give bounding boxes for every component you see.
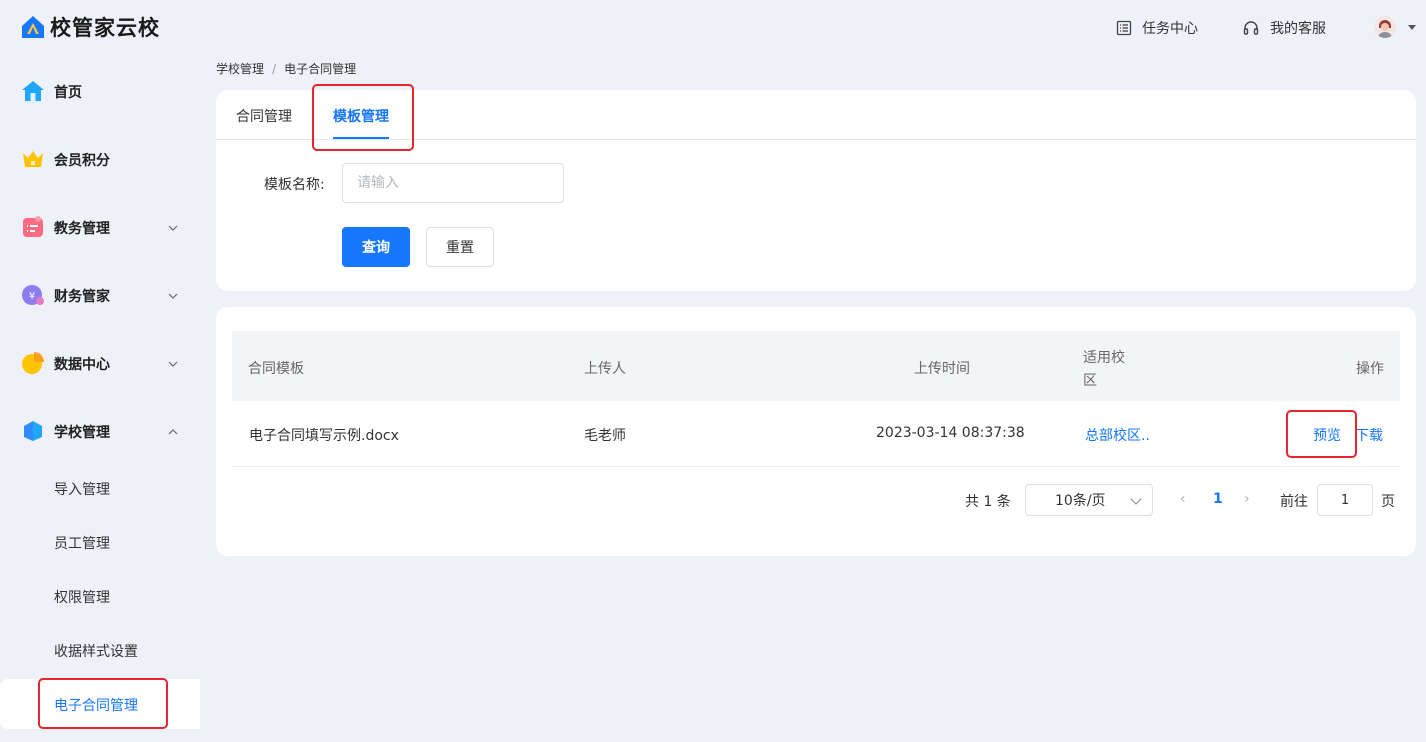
goto-label: 前往 <box>1280 494 1308 510</box>
breadcrumb: 学校管理 / 电子合同管理 <box>216 60 356 77</box>
table-header: 合同模板 上传人 上传时间 适用校 区 操作 <box>232 331 1400 401</box>
column-header-uploader: 上传人 <box>584 361 626 377</box>
active-tab-indicator <box>333 137 389 139</box>
breadcrumb-current: 电子合同管理 <box>284 62 357 76</box>
reset-button[interactable]: 重置 <box>426 227 494 267</box>
goto-page-input[interactable] <box>1317 484 1373 516</box>
filter-panel: 合同管理 模板管理 模板名称: 查询 重置 <box>216 84 1416 291</box>
tab-contract-management[interactable]: 合同管理 <box>236 106 292 126</box>
template-name-label: 模板名称: <box>264 177 325 193</box>
goto-unit: 页 <box>1381 494 1395 510</box>
sidebar-item-member-points[interactable]: 会员积分 <box>0 137 200 181</box>
task-center-link[interactable]: 任务中心 <box>1116 18 1198 38</box>
sidebar-item-label: 会员积分 <box>54 153 110 169</box>
cell-template: 电子合同填写示例.docx <box>249 428 399 444</box>
chevron-down-icon <box>168 289 178 299</box>
customer-service-label: 我的客服 <box>1270 21 1326 37</box>
calendar-icon <box>21 215 45 239</box>
user-menu[interactable] <box>1374 16 1416 38</box>
sidebar-subitem-label: 收据样式设置 <box>54 644 138 660</box>
crown-icon <box>21 147 45 171</box>
template-name-input[interactable] <box>342 163 564 203</box>
sidebar-item-academic[interactable]: 教务管理 <box>0 205 200 249</box>
sidebar-subitem-label: 权限管理 <box>54 590 110 606</box>
sidebar-item-label: 数据中心 <box>54 357 110 373</box>
page-number-current[interactable]: 1 <box>1213 491 1223 507</box>
breadcrumb-separator: / <box>272 62 277 76</box>
task-center-label: 任务中心 <box>1142 21 1198 37</box>
chevron-down-icon <box>168 357 178 367</box>
table-panel: 合同模板 上传人 上传时间 适用校 区 操作 电子合同填写示例.docx 毛老师… <box>216 307 1416 556</box>
sidebar-subitem-receipt-style[interactable]: 收据样式设置 <box>0 630 200 670</box>
pagination-total: 共 1 条 <box>965 494 1011 510</box>
column-header-upload-time: 上传时间 <box>914 361 970 377</box>
sidebar-item-label: 教务管理 <box>54 221 110 237</box>
preview-link[interactable]: 预览 <box>1313 425 1341 445</box>
tab-template-management[interactable]: 模板管理 <box>333 106 389 126</box>
cell-upload-time: 2023-03-14 08:37:38 <box>876 425 1025 441</box>
download-link[interactable]: 下载 <box>1355 425 1383 445</box>
avatar <box>1374 16 1396 38</box>
app-name: 校管家云校 <box>50 16 160 40</box>
headset-icon <box>1242 19 1260 37</box>
pie-chart-icon <box>21 351 45 375</box>
next-page-button[interactable]: › <box>1244 491 1250 507</box>
chevron-down-icon <box>168 221 178 231</box>
sidebar-subitem-label: 导入管理 <box>54 482 110 498</box>
query-button[interactable]: 查询 <box>342 227 410 267</box>
breadcrumb-item[interactable]: 学校管理 <box>216 62 264 76</box>
sidebar-subitem-e-contract[interactable]: 电子合同管理 <box>0 679 200 729</box>
prev-page-button[interactable]: ‹ <box>1180 491 1186 507</box>
sidebar-subitem-permissions[interactable]: 权限管理 <box>0 576 200 616</box>
sidebar-item-data-center[interactable]: 数据中心 <box>0 341 200 385</box>
chevron-up-icon <box>168 425 178 435</box>
home-icon <box>21 79 45 103</box>
sidebar-subitem-label: 电子合同管理 <box>54 698 138 714</box>
column-header-campus: 适用校 <box>1083 350 1125 366</box>
sidebar-item-school[interactable]: 学校管理 <box>0 409 200 453</box>
column-header-action: 操作 <box>1356 361 1384 377</box>
school-icon <box>21 419 45 443</box>
task-list-icon <box>1116 20 1132 36</box>
customer-service-link[interactable]: 我的客服 <box>1242 18 1326 38</box>
table-row: 电子合同填写示例.docx 毛老师 2023-03-14 08:37:38 总部… <box>232 401 1400 467</box>
page-size-select[interactable]: 10条/页 <box>1025 484 1153 516</box>
sidebar-item-label: 财务管家 <box>54 289 110 305</box>
cell-campus-link[interactable]: 总部校区.. <box>1085 425 1150 445</box>
coin-icon: ¥ <box>21 283 45 307</box>
logo-icon <box>20 14 46 40</box>
sidebar-item-label: 学校管理 <box>54 425 110 441</box>
column-header-template: 合同模板 <box>248 361 304 377</box>
sidebar-subitem-label: 员工管理 <box>54 536 110 552</box>
column-header-campus-wrap: 区 <box>1083 373 1097 389</box>
chevron-down-icon <box>1408 24 1416 30</box>
sidebar-item-label: 首页 <box>54 85 82 101</box>
sidebar: 首页 会员积分 教务管理 ¥ 财务管家 数据中心 学校管理 导入管理 员工管理 … <box>0 56 200 742</box>
sidebar-subitem-import[interactable]: 导入管理 <box>0 468 200 508</box>
tab-bar: 合同管理 模板管理 <box>216 90 1416 140</box>
cell-uploader: 毛老师 <box>584 428 626 444</box>
app-logo[interactable]: 校管家云校 <box>20 12 160 42</box>
sidebar-subitem-staff[interactable]: 员工管理 <box>0 522 200 562</box>
chevron-down-icon <box>1130 493 1142 505</box>
sidebar-item-home[interactable]: 首页 <box>0 69 200 113</box>
page-size-value: 10条/页 <box>1055 493 1106 509</box>
sidebar-item-finance[interactable]: ¥ 财务管家 <box>0 273 200 317</box>
svg-text:¥: ¥ <box>29 291 35 302</box>
top-bar: 校管家云校 任务中心 我的客服 <box>0 0 1426 56</box>
